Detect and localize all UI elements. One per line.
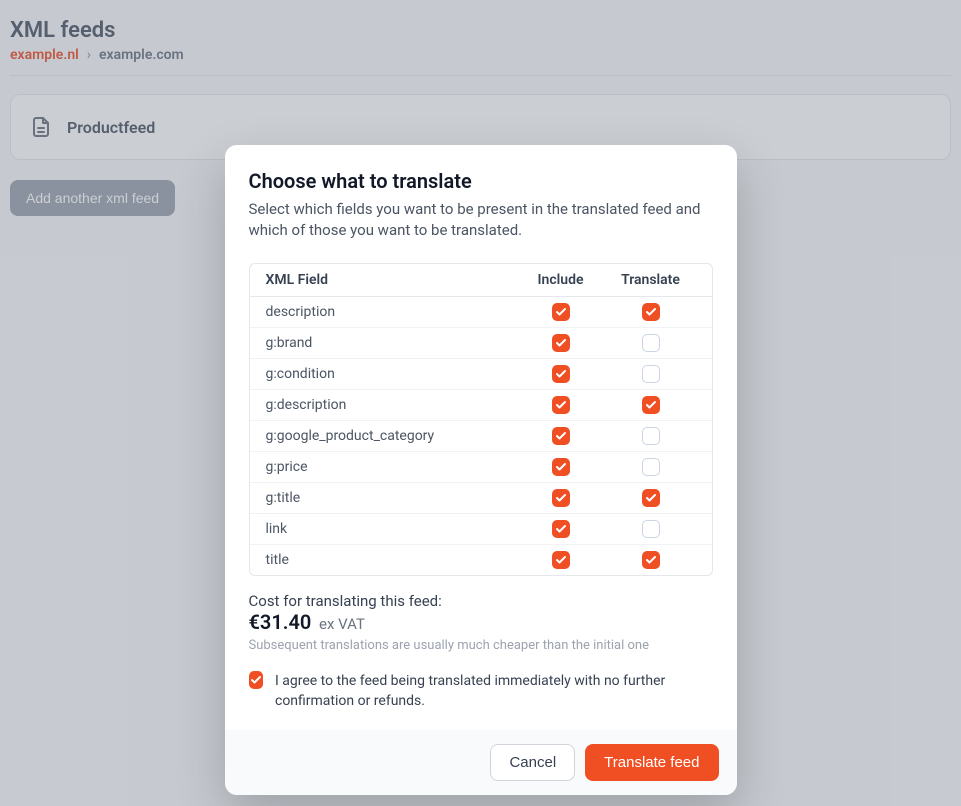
field-name: g:price [266, 459, 516, 475]
modal-footer: Cancel Translate feed [225, 730, 737, 795]
table-row: description [250, 297, 712, 327]
include-checkbox[interactable] [552, 520, 570, 538]
table-row: g:condition [250, 358, 712, 389]
table-row: g:price [250, 451, 712, 482]
agree-row: I agree to the feed being translated imm… [249, 671, 713, 712]
cost-section: Cost for translating this feed: €31.40 e… [249, 592, 713, 653]
table-row: link [250, 513, 712, 544]
field-name: g:condition [266, 366, 516, 382]
translate-modal: Choose what to translate Select which fi… [225, 145, 737, 795]
cost-note: Subsequent translations are usually much… [249, 638, 713, 653]
field-name: link [266, 521, 516, 537]
field-name: g:description [266, 397, 516, 413]
cost-amount: €31.40 [249, 610, 312, 634]
col-translate: Translate [606, 272, 696, 288]
translate-checkbox[interactable] [642, 551, 660, 569]
modal-backdrop: Choose what to translate Select which fi… [0, 0, 961, 806]
modal-description: Select which fields you want to be prese… [249, 199, 713, 241]
translate-checkbox[interactable] [642, 303, 660, 321]
table-header: XML Field Include Translate [250, 264, 712, 297]
field-name: title [266, 552, 516, 568]
field-name: g:title [266, 490, 516, 506]
translate-checkbox[interactable] [642, 396, 660, 414]
translate-checkbox[interactable] [642, 520, 660, 538]
translate-checkbox[interactable] [642, 489, 660, 507]
agree-checkbox[interactable] [249, 671, 263, 689]
translate-checkbox[interactable] [642, 334, 660, 352]
include-checkbox[interactable] [552, 365, 570, 383]
cancel-button[interactable]: Cancel [490, 744, 575, 781]
col-include: Include [516, 272, 606, 288]
translate-checkbox[interactable] [642, 427, 660, 445]
table-row: g:title [250, 482, 712, 513]
translate-checkbox[interactable] [642, 458, 660, 476]
modal-title: Choose what to translate [249, 169, 713, 193]
col-field: XML Field [266, 272, 516, 288]
include-checkbox[interactable] [552, 551, 570, 569]
include-checkbox[interactable] [552, 489, 570, 507]
include-checkbox[interactable] [552, 427, 570, 445]
table-row: g:brand [250, 327, 712, 358]
cost-suffix: ex VAT [319, 615, 365, 633]
field-name: g:google_product_category [266, 428, 516, 444]
include-checkbox[interactable] [552, 396, 570, 414]
include-checkbox[interactable] [552, 334, 570, 352]
include-checkbox[interactable] [552, 458, 570, 476]
agree-text: I agree to the feed being translated imm… [275, 671, 713, 712]
translate-button[interactable]: Translate feed [585, 744, 718, 781]
field-name: description [266, 304, 516, 320]
table-row: g:description [250, 389, 712, 420]
fields-table: XML Field Include Translate description … [249, 263, 713, 576]
cost-label: Cost for translating this feed: [249, 592, 713, 610]
include-checkbox[interactable] [552, 303, 570, 321]
table-row: title [250, 544, 712, 575]
translate-checkbox[interactable] [642, 365, 660, 383]
table-row: g:google_product_category [250, 420, 712, 451]
field-name: g:brand [266, 335, 516, 351]
